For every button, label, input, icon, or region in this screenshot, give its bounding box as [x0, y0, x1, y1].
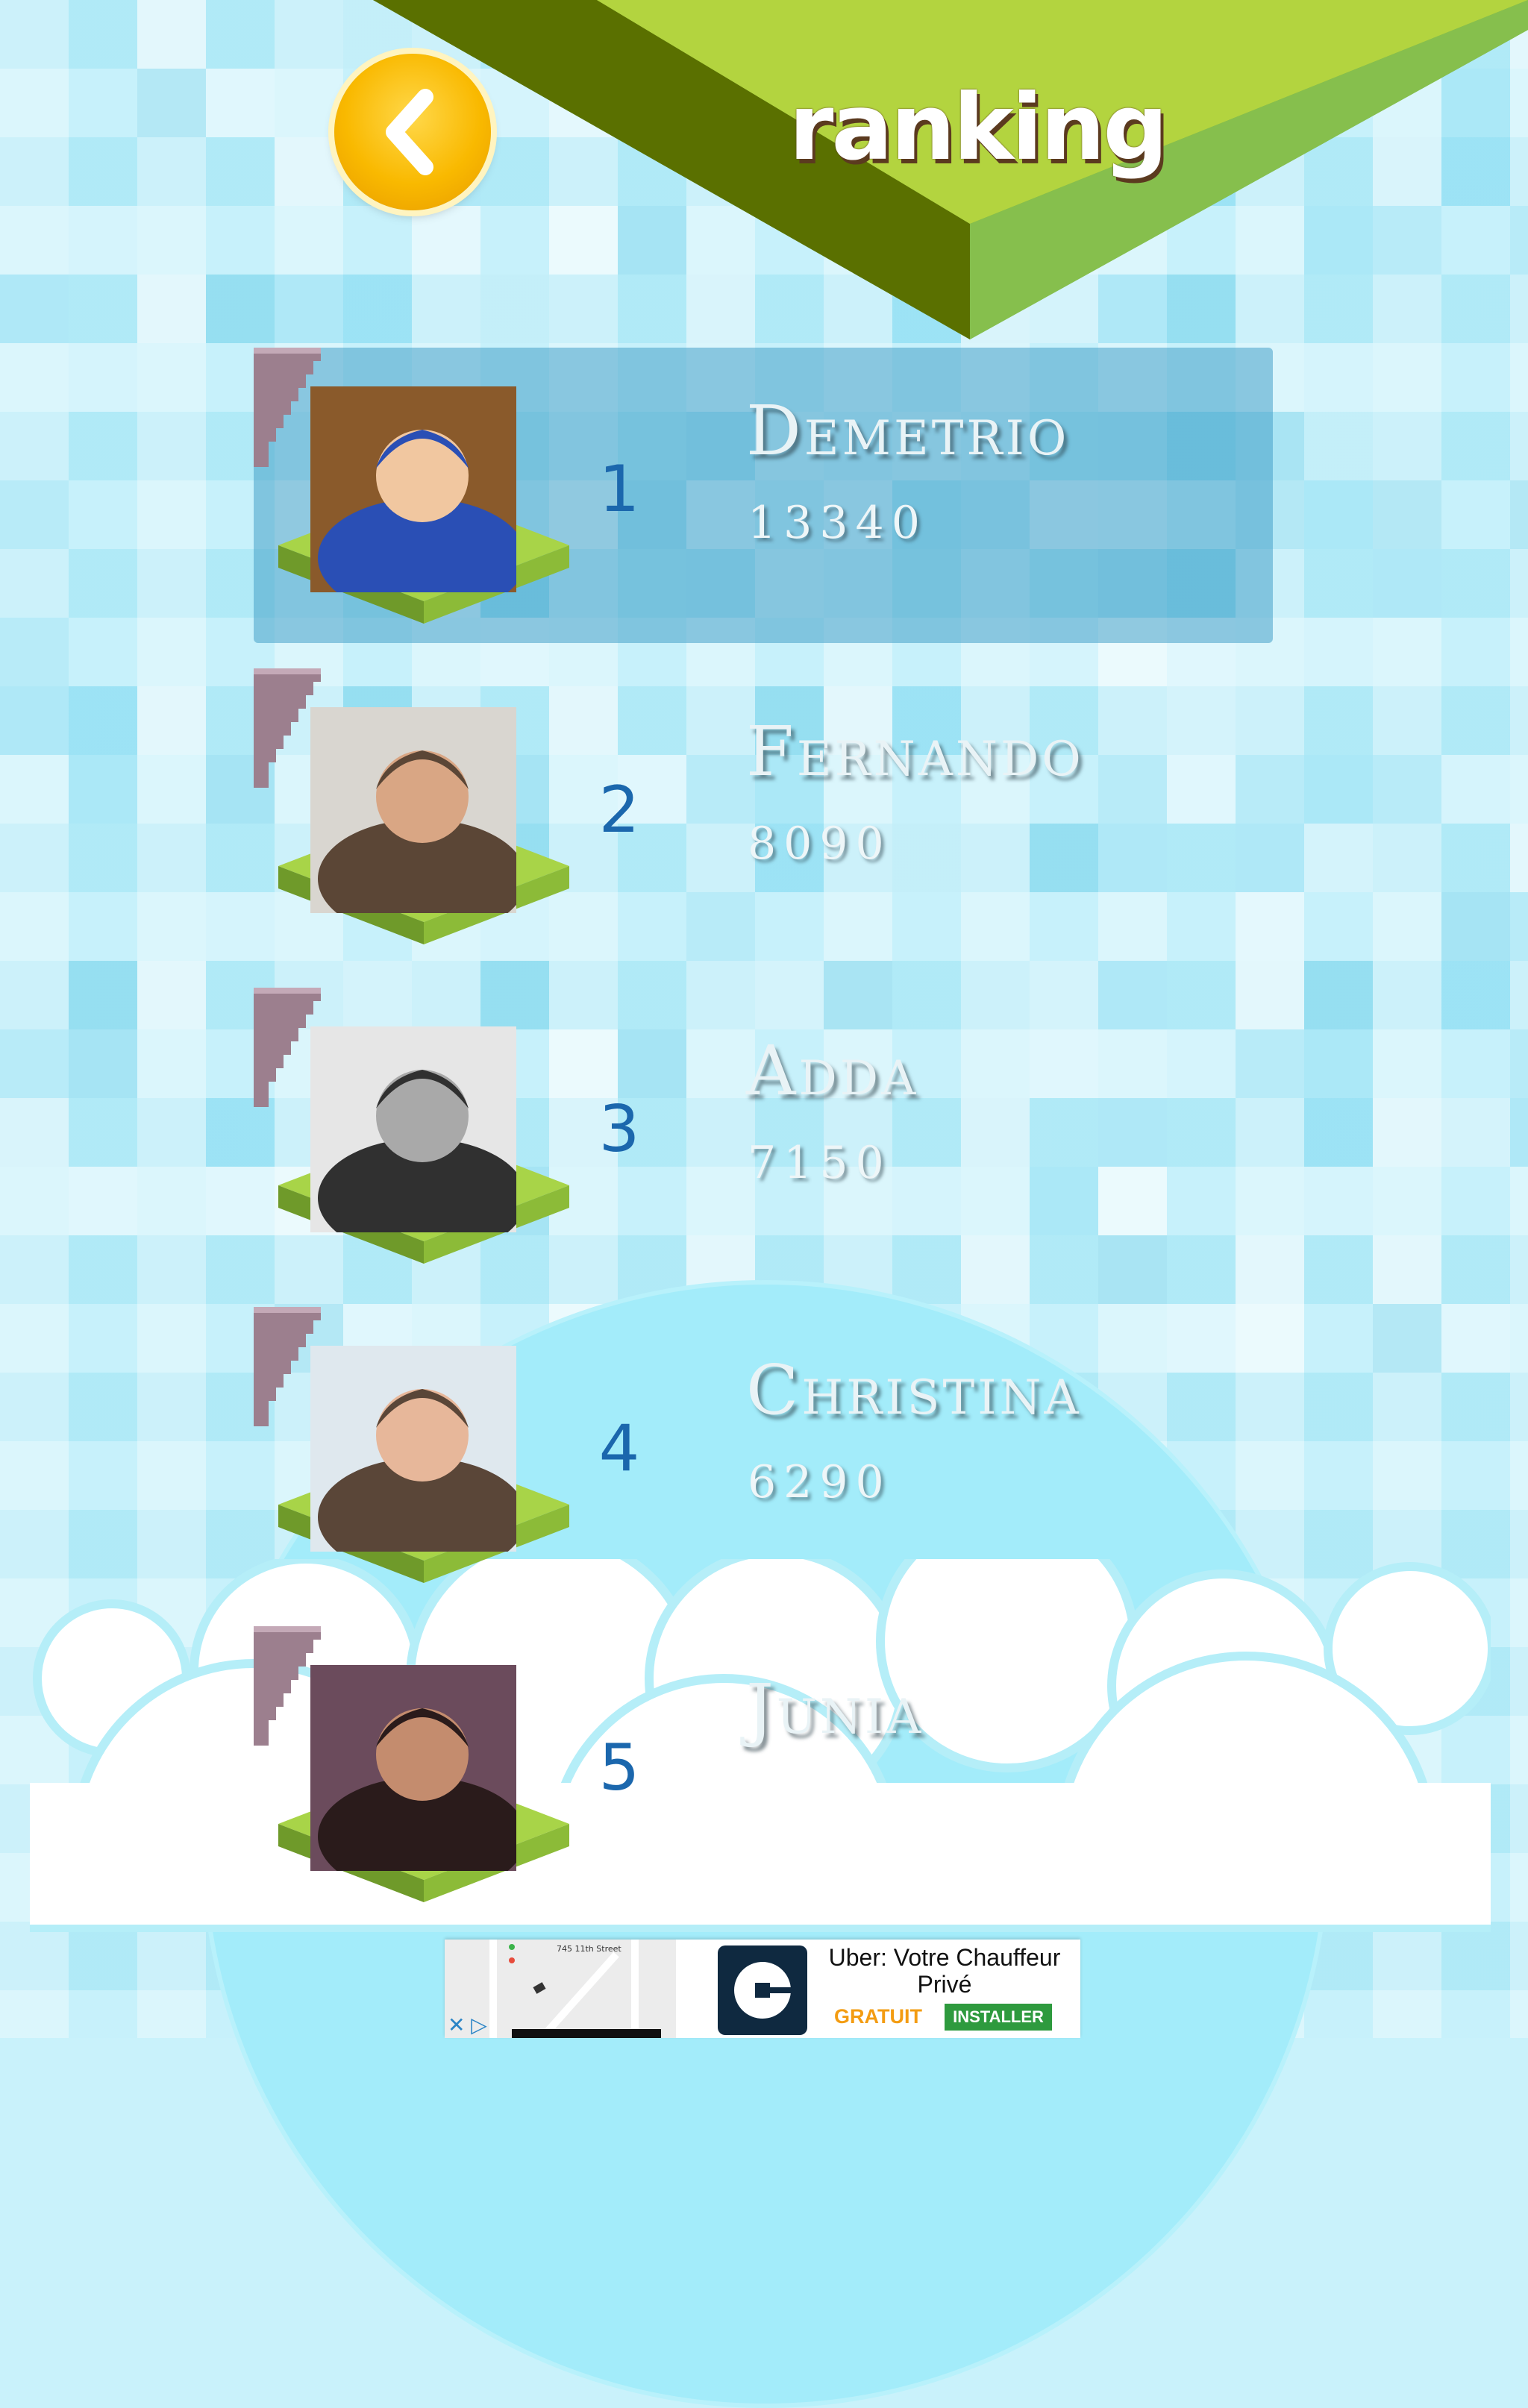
player-score: 6290 [748, 1456, 892, 1508]
ranking-list: 1 Demetrio 13340 2 Fernando 8090 3 Adda 7150 4 Chr… [0, 0, 1528, 2038]
player-score: 13340 [748, 497, 927, 549]
ad-map-street-label: 745 11th Street [557, 1944, 621, 1954]
player-avatar [310, 1665, 516, 1871]
player-score: 7150 [748, 1137, 892, 1189]
player-score: 8090 [748, 818, 892, 870]
rank-number: 2 [598, 773, 640, 847]
ad-choices-icon[interactable]: ✕ ▷ [448, 2013, 500, 2038]
player-name: Junia [746, 1669, 924, 1749]
ad-install-button[interactable]: INSTALLER [945, 2004, 1052, 2031]
player-avatar [310, 707, 516, 913]
player-name: Fernando [746, 712, 1084, 791]
ad-title: Uber: Votre Chauffeur Privé [828, 1944, 1061, 1998]
ranking-row: 4 Christina 6290 [254, 1307, 1273, 1602]
rank-number: 5 [598, 1731, 640, 1805]
player-name: Christina [746, 1350, 1082, 1430]
rank-number: 4 [598, 1411, 640, 1486]
player-name: Adda [746, 1031, 919, 1111]
player-avatar [310, 386, 516, 592]
player-avatar [310, 1346, 516, 1552]
rank-number: 3 [598, 1092, 640, 1167]
player-name: Demetrio [746, 391, 1070, 471]
ad-banner[interactable]: 745 11th Street ✕ ▷ Uber: Votre Chauffeu… [445, 1940, 1080, 2038]
uber-logo-icon [718, 1945, 807, 2035]
ranking-row: 5 Junia [254, 1626, 1273, 1922]
ranking-row: 2 Fernando 8090 [254, 668, 1273, 964]
player-avatar [310, 1026, 516, 1232]
ranking-row: 1 Demetrio 13340 [254, 348, 1273, 643]
rank-number: 1 [598, 452, 640, 527]
ad-price-label: GRATUIT [834, 2005, 922, 2028]
ranking-row: 3 Adda 7150 [254, 988, 1273, 1283]
